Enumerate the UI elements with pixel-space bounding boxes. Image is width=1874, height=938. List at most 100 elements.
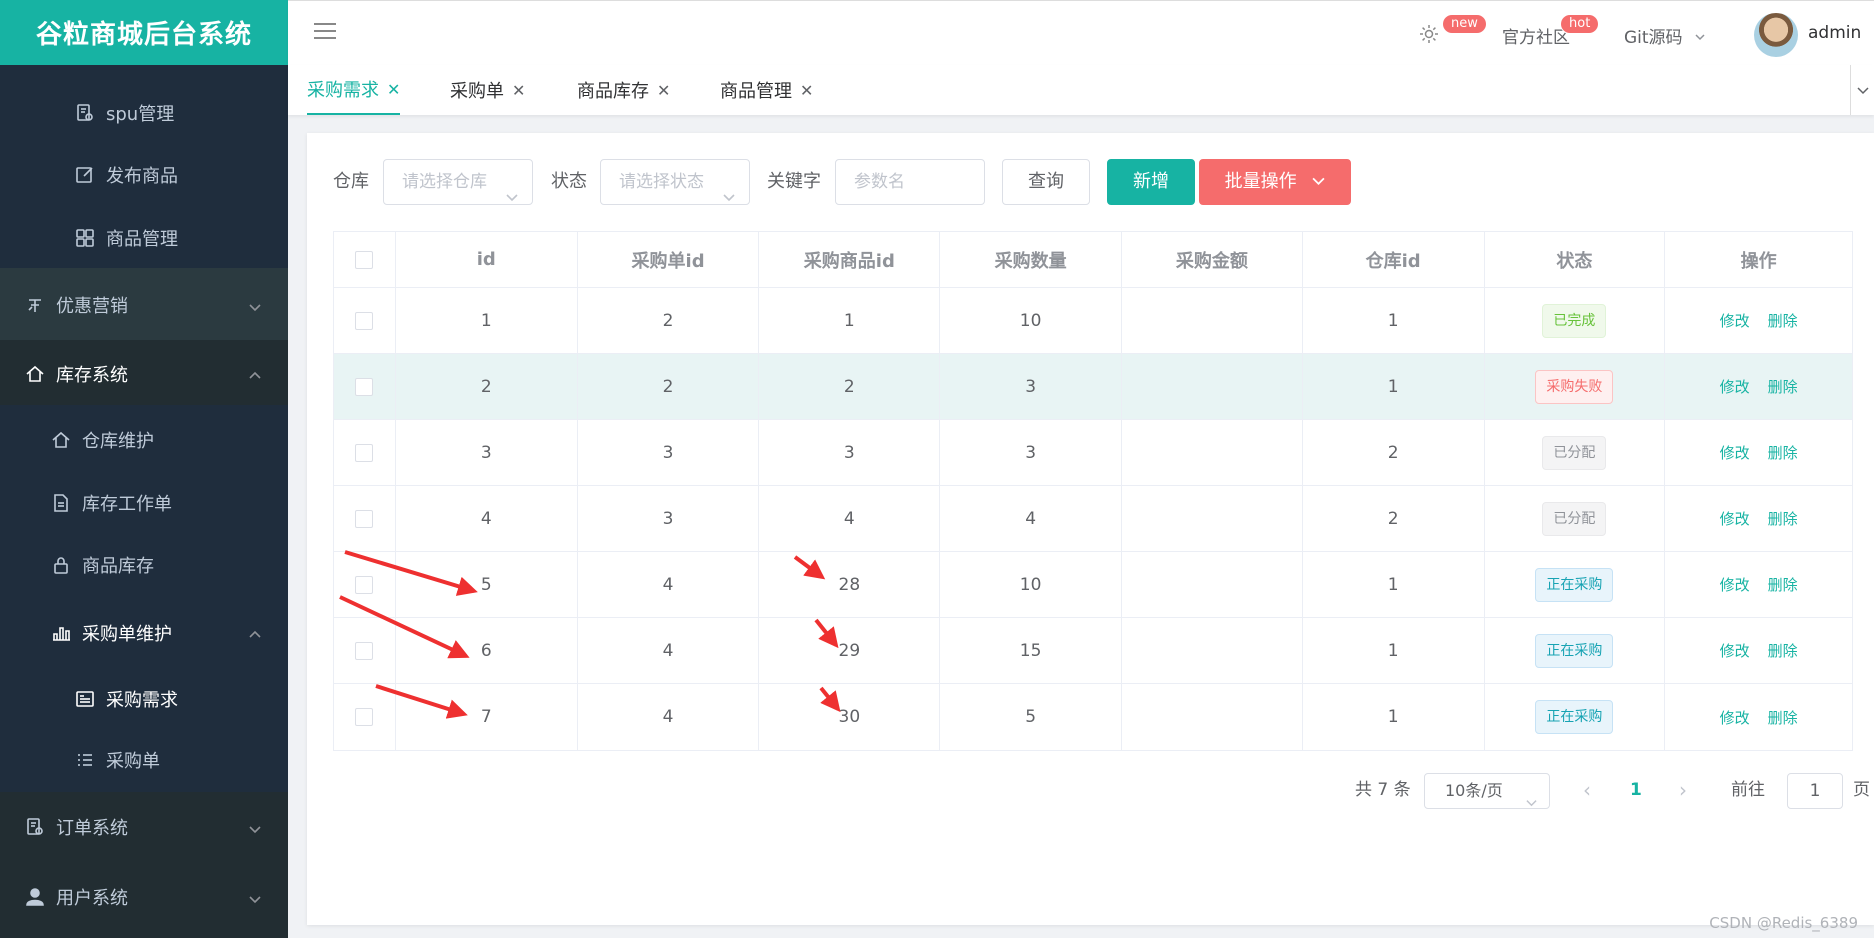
close-icon[interactable]: ✕ (512, 81, 525, 100)
cell-id: 4 (396, 486, 578, 551)
tab-scroll-button[interactable] (1850, 65, 1874, 115)
sidebar-item-label: 采购单维护 (82, 624, 172, 645)
goto-page-input[interactable] (1787, 773, 1843, 809)
sidebar-item-marketing[interactable]: 优惠营销 (0, 280, 288, 330)
column-header[interactable]: 采购数量 (940, 232, 1122, 287)
delete-link[interactable]: 删除 (1768, 508, 1798, 529)
sidebar-item-purchase-demand[interactable]: 采购需求 (0, 676, 288, 722)
column-header[interactable]: 采购金额 (1122, 232, 1303, 287)
sidebar-item-publish[interactable]: 发布商品 (0, 152, 288, 198)
cell-id: 6 (396, 618, 578, 683)
next-page-button[interactable]: › (1679, 773, 1687, 807)
close-icon[interactable]: ✕ (387, 80, 400, 99)
table-row[interactable]: 7 4 30 5 1 正在采购 修改 删除 (334, 684, 1852, 750)
lock-icon (50, 554, 72, 576)
table-row[interactable]: 2 2 2 3 1 采购失败 修改 删除 (334, 354, 1852, 420)
table-row[interactable]: 5 4 28 10 1 正在采购 修改 删除 (334, 552, 1852, 618)
table-row[interactable]: 6 4 29 15 1 正在采购 修改 删除 (334, 618, 1852, 684)
column-header[interactable]: 采购单id (578, 232, 760, 287)
column-header[interactable]: id (396, 232, 578, 287)
git-source-dropdown[interactable]: Git源码 (1624, 23, 1706, 48)
table-row[interactable]: 3 3 3 3 2 已分配 修改 删除 (334, 420, 1852, 486)
warehouse-select[interactable]: 请选择仓库 (383, 159, 533, 205)
delete-link[interactable]: 删除 (1768, 376, 1798, 397)
tab-purchase-order[interactable]: 采购单 ✕ (450, 65, 525, 115)
row-checkbox[interactable] (355, 377, 374, 396)
sidebar-item-label: 用户系统 (56, 888, 128, 909)
home-icon (24, 363, 46, 385)
app-logo-title[interactable]: 谷粒商城后台系统 (0, 0, 288, 65)
edit-link[interactable]: 修改 (1720, 310, 1750, 331)
cell-sku-id: 28 (759, 552, 941, 617)
sidebar-item-users[interactable]: 用户系统 (0, 872, 288, 922)
column-header[interactable]: 采购商品id (759, 232, 941, 287)
close-icon[interactable]: ✕ (800, 81, 813, 100)
sidebar-item-inventory[interactable]: 库存系统 (0, 349, 288, 399)
page-number-current[interactable]: 1 (1630, 773, 1642, 807)
column-header[interactable]: 状态 (1485, 232, 1666, 287)
sidebar-item-warehouse[interactable]: 仓库维护 (0, 417, 288, 463)
close-icon[interactable]: ✕ (657, 81, 670, 100)
sidebar-item-orders[interactable]: 订单系统 (0, 802, 288, 852)
status-badge: 已分配 (1542, 435, 1607, 470)
add-button[interactable]: 新增 (1107, 159, 1195, 205)
delete-link[interactable]: 删除 (1768, 707, 1798, 728)
cell-num: 10 (940, 288, 1122, 353)
sidebar-item-label: 采购单 (106, 751, 160, 772)
submenu-background (0, 405, 288, 792)
row-checkbox[interactable] (355, 443, 374, 462)
sidebar-item-stock-task[interactable]: 库存工作单 (0, 480, 288, 526)
cell-amount (1122, 684, 1303, 750)
column-header[interactable]: 仓库id (1303, 232, 1485, 287)
delete-link[interactable]: 删除 (1768, 442, 1798, 463)
menu-toggle-icon[interactable] (314, 23, 336, 41)
row-checkbox[interactable] (355, 575, 374, 594)
sidebar-item-purchase-order[interactable]: 采购单 (0, 737, 288, 783)
status-select[interactable]: 请选择状态 (600, 159, 750, 205)
avatar[interactable] (1754, 13, 1798, 57)
row-checkbox[interactable] (355, 509, 374, 528)
sidebar-item-label: 商品管理 (106, 229, 178, 250)
sidebar-item-purchase-maint[interactable]: 采购单维护 (0, 608, 288, 658)
tab-stock[interactable]: 商品库存 ✕ (577, 65, 670, 115)
cell-num: 4 (940, 486, 1122, 551)
edit-link[interactable]: 修改 (1720, 574, 1750, 595)
username[interactable]: admin (1808, 23, 1861, 43)
status-badge: 已分配 (1542, 501, 1607, 536)
home-icon (50, 429, 72, 451)
hot-badge: hot (1560, 14, 1600, 34)
query-button[interactable]: 查询 (1002, 159, 1090, 205)
chevron-down-icon (1312, 177, 1325, 185)
delete-link[interactable]: 删除 (1768, 640, 1798, 661)
delete-link[interactable]: 删除 (1768, 310, 1798, 331)
delete-link[interactable]: 删除 (1768, 574, 1798, 595)
chevron-down-icon (506, 176, 518, 202)
settings-button[interactable] (1418, 23, 1440, 50)
table-row[interactable]: 4 3 4 4 2 已分配 修改 删除 (334, 486, 1852, 552)
warehouse-placeholder: 请选择仓库 (402, 172, 487, 192)
pagination-total: 共 7 条 (1355, 780, 1411, 800)
prev-page-button[interactable]: ‹ (1583, 773, 1591, 807)
cell-amount (1122, 354, 1303, 419)
edit-link[interactable]: 修改 (1720, 508, 1750, 529)
sidebar-item-goods[interactable]: 商品管理 (0, 215, 288, 261)
row-checkbox[interactable] (355, 311, 374, 330)
tab-goods[interactable]: 商品管理 ✕ (720, 65, 813, 115)
page-size-value: 10条/页 (1445, 781, 1503, 800)
tab-purchase-demand[interactable]: 采购需求 ✕ (307, 65, 401, 115)
row-checkbox[interactable] (355, 641, 374, 660)
sidebar-item-spu[interactable]: spu管理 (0, 90, 288, 136)
table-row[interactable]: 1 2 1 10 1 已完成 修改 删除 (334, 288, 1852, 354)
edit-link[interactable]: 修改 (1720, 442, 1750, 463)
edit-link[interactable]: 修改 (1720, 707, 1750, 728)
chevron-up-icon (248, 367, 262, 381)
page-size-select[interactable]: 10条/页 (1424, 773, 1550, 809)
keyword-input[interactable]: 参数名 (835, 159, 985, 205)
sidebar: 谷粒商城后台系统 spu管理 发布商品 商品管理 优惠营销 库存系统 仓库维护 … (0, 0, 288, 938)
batch-operation-dropdown[interactable]: 批量操作 (1199, 159, 1351, 205)
sidebar-item-stock[interactable]: 商品库存 (0, 542, 288, 588)
row-checkbox[interactable] (355, 708, 374, 726)
edit-link[interactable]: 修改 (1720, 376, 1750, 397)
select-all-checkbox[interactable] (355, 250, 374, 269)
edit-link[interactable]: 修改 (1720, 640, 1750, 661)
